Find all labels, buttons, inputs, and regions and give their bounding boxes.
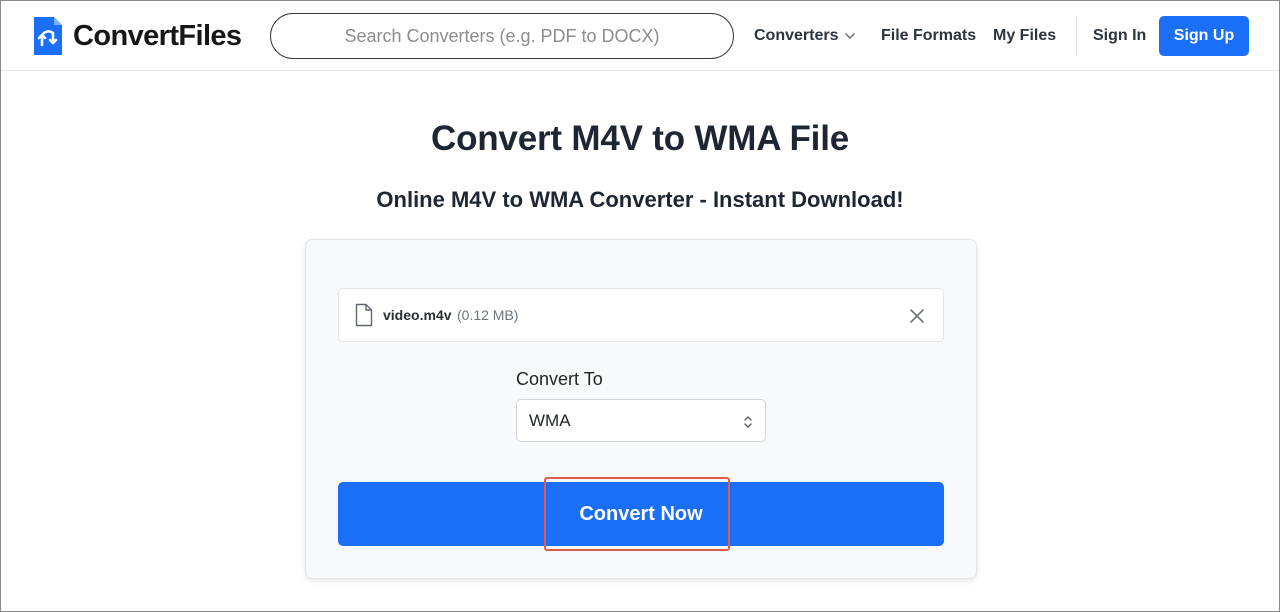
file-size: (0.12 MB) xyxy=(457,307,519,323)
page-subtitle: Online M4V to WMA Converter - Instant Do… xyxy=(376,187,904,212)
nav-converters-label: Converters xyxy=(754,27,839,44)
page-title: Convert M4V to WMA File xyxy=(431,119,849,158)
sign-up-button[interactable]: Sign Up xyxy=(1159,16,1249,56)
convert-to-label: Convert To xyxy=(516,369,603,389)
file-icon xyxy=(355,303,373,327)
search-input[interactable] xyxy=(270,13,734,59)
logo[interactable]: ConvertFiles xyxy=(32,15,242,57)
logo-text: ConvertFiles xyxy=(73,19,242,52)
logo-icon xyxy=(34,17,62,55)
file-name: video.m4v xyxy=(383,307,452,323)
convert-now-button[interactable]: Convert Now xyxy=(338,482,944,546)
nav-my-files[interactable]: My Files xyxy=(993,25,1056,47)
nav-file-formats[interactable]: File Formats xyxy=(881,25,976,47)
site-header: ConvertFiles Converters File Formats My … xyxy=(1,1,1279,71)
sign-in-link[interactable]: Sign In xyxy=(1093,25,1146,47)
uploaded-file-row: video.m4v (0.12 MB) xyxy=(338,288,944,342)
format-select[interactable]: WMA xyxy=(516,399,766,442)
chevron-down-icon xyxy=(845,33,856,39)
format-select-value: WMA xyxy=(529,411,571,430)
nav-converters[interactable]: Converters xyxy=(754,25,856,47)
select-arrows-icon xyxy=(744,416,752,428)
close-icon[interactable] xyxy=(907,306,927,326)
nav-divider xyxy=(1076,16,1077,56)
converter-card: video.m4v (0.12 MB) Convert To WMA Conve… xyxy=(305,239,977,579)
